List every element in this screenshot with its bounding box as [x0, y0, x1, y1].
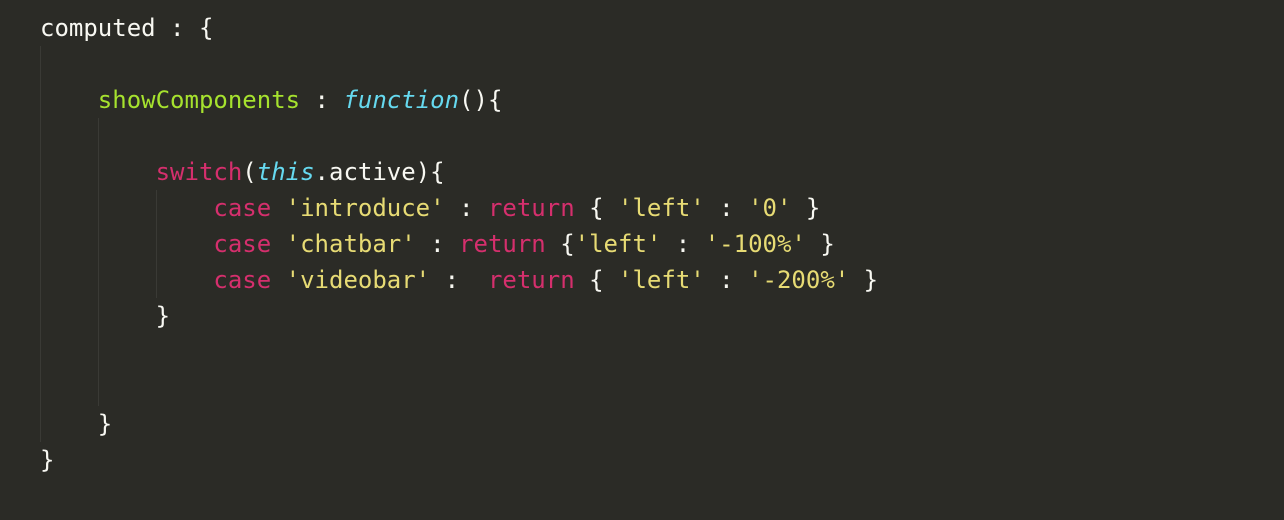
code-line: } [40, 442, 1284, 478]
string-literal: 'videobar' [286, 266, 431, 294]
string-literal: 'left' [618, 194, 705, 222]
keyword-switch: switch [156, 158, 243, 186]
keyword-return: return [488, 194, 575, 222]
keyword-this: this [257, 158, 315, 186]
code-line [40, 334, 1284, 370]
keyword-return: return [459, 230, 546, 258]
punctuation: } [806, 230, 835, 258]
keyword-return: return [488, 266, 575, 294]
code-line: case 'introduce' : return { 'left' : '0'… [40, 190, 1284, 226]
punctuation: : [430, 266, 473, 294]
punctuation: } [98, 410, 112, 438]
string-literal: 'chatbar' [286, 230, 416, 258]
code-line: computed : { [40, 10, 1284, 46]
punctuation: } [849, 266, 878, 294]
punctuation: : { [156, 14, 214, 42]
code-line [40, 46, 1284, 82]
punctuation: : [416, 230, 459, 258]
code-line: showComponents : function(){ [40, 82, 1284, 118]
punctuation: : [705, 194, 748, 222]
punctuation: } [791, 194, 820, 222]
keyword-function: function [343, 86, 459, 114]
code-editor[interactable]: computed : { showComponents : function()… [0, 10, 1284, 478]
punctuation: : [661, 230, 704, 258]
keyword-case: case [213, 266, 271, 294]
punctuation: : [300, 86, 343, 114]
punctuation: { [575, 194, 618, 222]
keyword-case: case [213, 230, 271, 258]
punctuation: .active){ [315, 158, 445, 186]
string-literal: '0' [748, 194, 791, 222]
property-name: showComponents [98, 86, 300, 114]
punctuation: ( [242, 158, 256, 186]
code-line: switch(this.active){ [40, 154, 1284, 190]
code-line: case 'videobar' : return { 'left' : '-20… [40, 262, 1284, 298]
code-line [40, 370, 1284, 406]
punctuation: : [705, 266, 748, 294]
punctuation: } [40, 446, 54, 474]
punctuation: { [575, 266, 618, 294]
code-line [40, 118, 1284, 154]
punctuation: (){ [459, 86, 502, 114]
punctuation [474, 266, 488, 294]
punctuation: : [445, 194, 488, 222]
string-literal: '-100%' [705, 230, 806, 258]
string-literal: 'left' [618, 266, 705, 294]
string-literal: 'introduce' [286, 194, 445, 222]
punctuation: { [546, 230, 575, 258]
code-line: } [40, 406, 1284, 442]
property-name: computed [40, 14, 156, 42]
code-line: } [40, 298, 1284, 334]
string-literal: 'left' [575, 230, 662, 258]
keyword-case: case [213, 194, 271, 222]
code-line: case 'chatbar' : return {'left' : '-100%… [40, 226, 1284, 262]
string-literal: '-200%' [748, 266, 849, 294]
punctuation: } [156, 302, 170, 330]
